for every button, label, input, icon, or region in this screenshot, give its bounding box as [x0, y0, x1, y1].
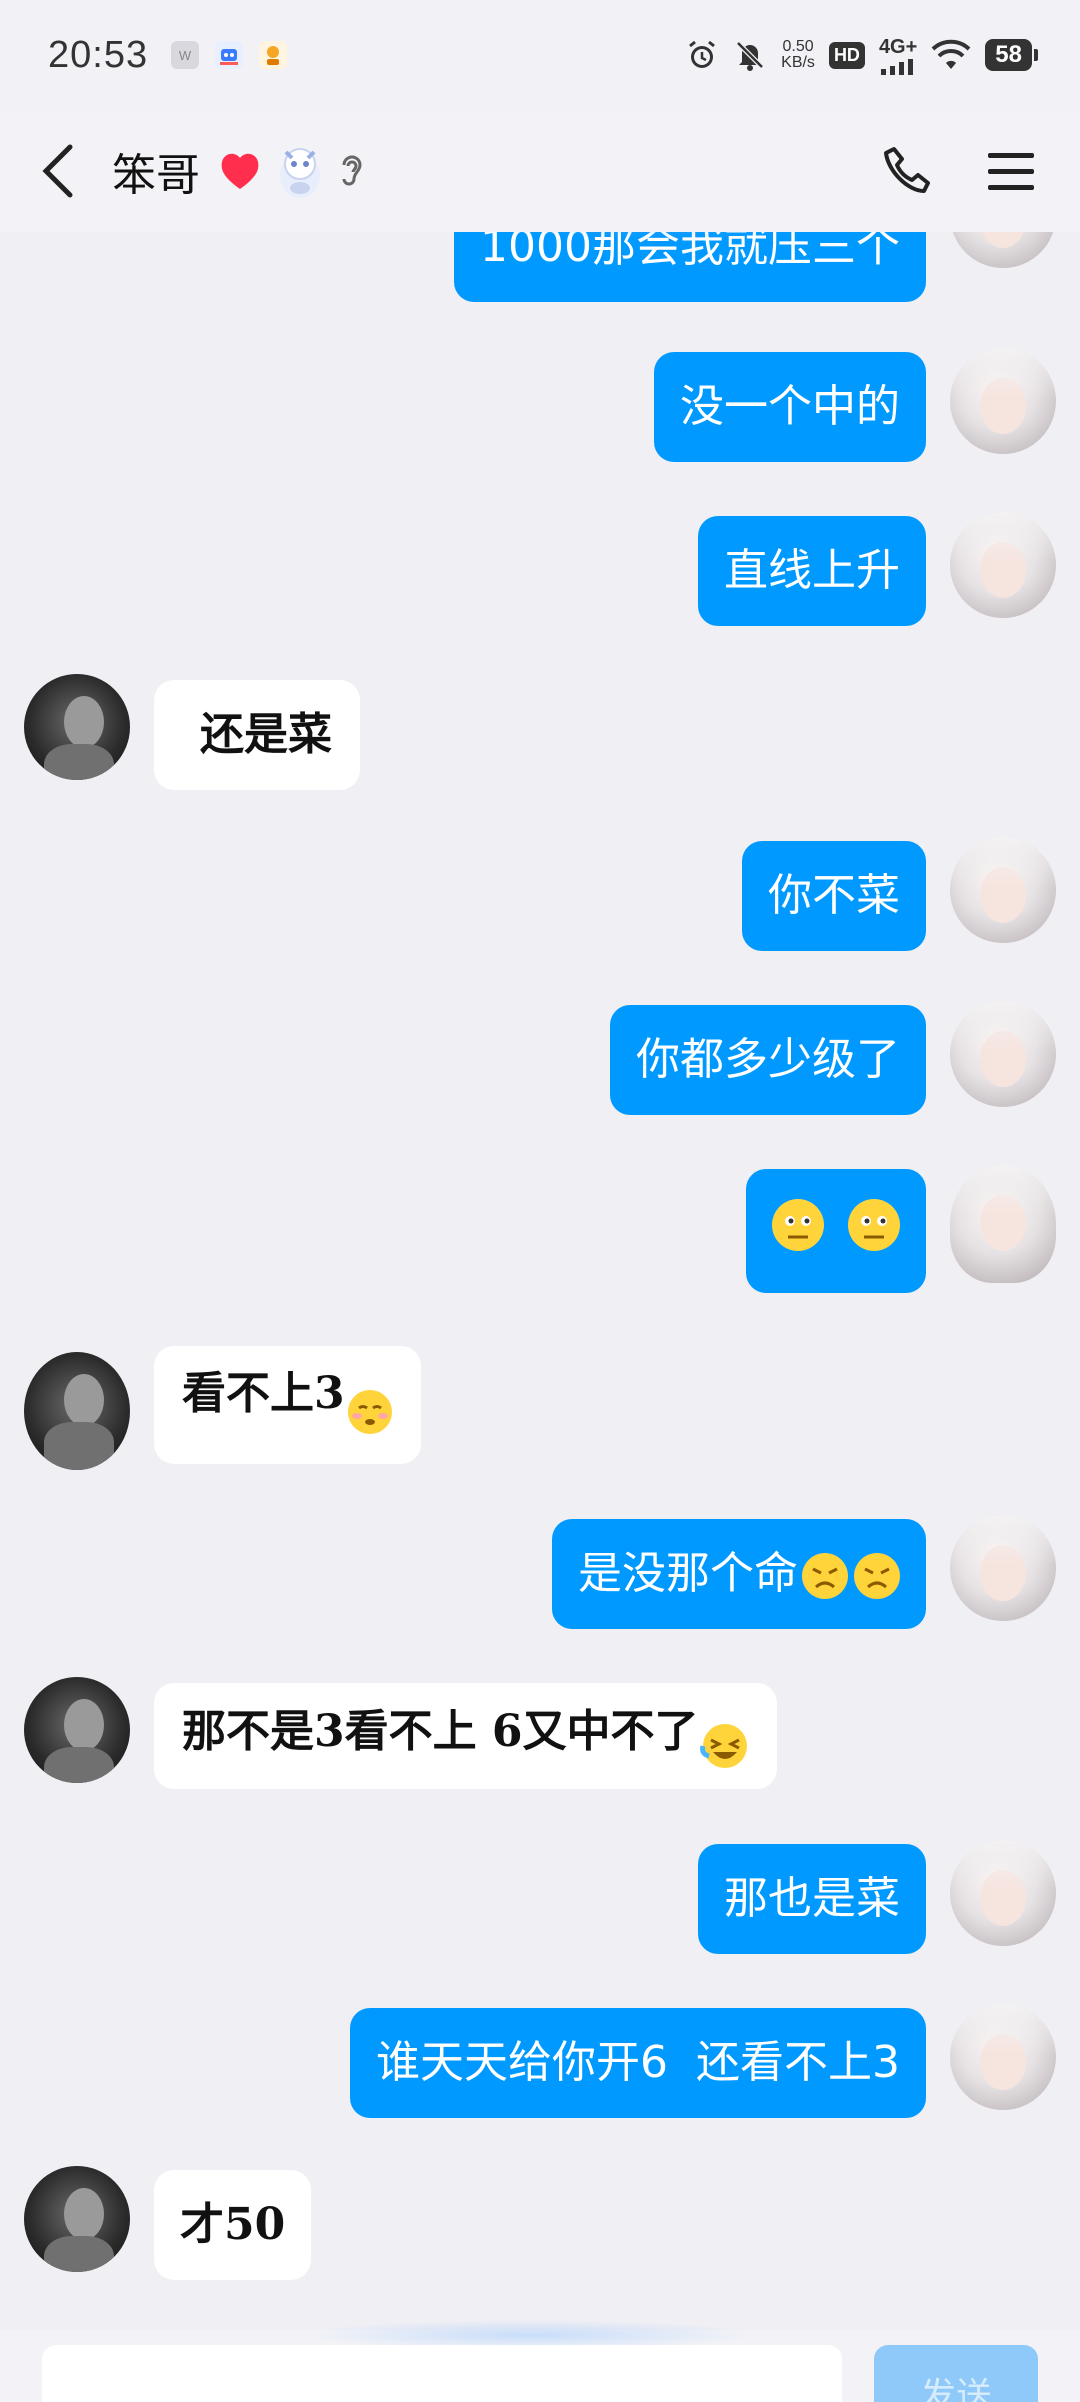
message-bubble-received[interactable]: 那不是3看不上 6又中不了 [154, 1683, 777, 1789]
net-speed-value: 0.50 [782, 38, 814, 55]
status-right: 0.50 KB/s HD 4G+ 58 [685, 36, 1038, 75]
alarm-icon [689, 40, 716, 68]
notification-icons: W [170, 40, 288, 70]
network-type: 4G+ [878, 35, 918, 58]
net-speed-unit: KB/s [781, 54, 815, 71]
chat-header: 笨哥 [0, 110, 1080, 232]
pet-mascot-icon[interactable] [274, 142, 326, 200]
robot-app-icon [215, 41, 244, 69]
cell-signal: 4G+ [879, 36, 917, 75]
sad-face-icon [802, 1553, 848, 1599]
message-bubble-sent[interactable]: 谁天天给你开6 还看不上3 [350, 2008, 926, 2118]
my-avatar[interactable] [950, 1165, 1056, 1283]
contact-avatar[interactable] [24, 1352, 130, 1470]
my-avatar[interactable] [950, 1840, 1056, 1946]
laughing-tears-face-icon [699, 1723, 747, 1768]
status-time: 20:53 [48, 33, 149, 76]
message-bubble-sent[interactable]: 没一个中的 [654, 352, 926, 462]
message-text: 是没那个命 [578, 1548, 798, 1599]
send-button[interactable]: 发送 [874, 2345, 1038, 2402]
message-bubble-sent[interactable]: 是没那个命 [552, 1519, 926, 1629]
my-avatar[interactable] [950, 837, 1056, 943]
svg-text:W: W [179, 48, 192, 63]
network-speed: 0.50 KB/s [781, 39, 815, 71]
menu-icon[interactable] [986, 149, 1036, 193]
my-avatar[interactable] [950, 1001, 1056, 1107]
message-input[interactable] [42, 2345, 842, 2402]
message-text: 看不上3 [182, 1368, 345, 1419]
app-notification-icon: W [171, 41, 200, 69]
signal-bars-icon [881, 58, 914, 75]
my-avatar[interactable] [950, 1515, 1056, 1621]
message-bubble-sent[interactable]: 你不菜 [742, 841, 926, 951]
chat-message-list[interactable]: 1000那会我就压三个 没一个中的 直线上升 还是菜 你不菜 你都多少级了 看不… [0, 232, 1080, 2330]
chevron-left-icon [42, 144, 73, 198]
heart-icon[interactable] [218, 151, 262, 191]
header-actions [880, 143, 1050, 199]
message-bubble-received[interactable]: 还是菜 [154, 680, 360, 790]
message-text: 那不是3看不上 6又中不了 [182, 1706, 699, 1757]
contact-avatar[interactable] [24, 1677, 130, 1783]
confused-face-icon [772, 1199, 824, 1251]
my-avatar[interactable] [950, 2004, 1056, 2110]
my-avatar[interactable] [950, 348, 1056, 454]
message-bubble-received[interactable]: 才50 [154, 2170, 312, 2280]
wifi-icon [931, 39, 971, 69]
ear-icon[interactable] [336, 151, 366, 191]
message-bubble-sent[interactable]: 那也是菜 [698, 1844, 926, 1954]
back-button[interactable] [30, 131, 86, 211]
message-bubble-sent[interactable]: 你都多少级了 [610, 1005, 926, 1115]
message-bubble-sent[interactable]: 1000那会我就压三个 [454, 232, 926, 302]
hd-badge: HD [828, 41, 865, 69]
phone-call-icon[interactable] [880, 143, 936, 199]
message-bubble-received[interactable]: 看不上3 [154, 1346, 421, 1464]
message-bubble-sent[interactable] [746, 1169, 926, 1293]
confused-face-icon [848, 1199, 900, 1251]
game-app-icon [259, 41, 288, 69]
shy-face-icon [347, 1389, 392, 1434]
my-avatar[interactable] [950, 232, 1056, 268]
contact-name[interactable]: 笨哥 [112, 139, 200, 203]
sad-face-icon [854, 1553, 900, 1599]
mute-bell-icon [736, 41, 764, 71]
my-avatar[interactable] [950, 512, 1056, 618]
message-bubble-sent[interactable]: 直线上升 [698, 516, 926, 626]
battery-indicator: 58 [985, 39, 1038, 71]
contact-avatar[interactable] [24, 2166, 130, 2272]
status-bar: 20:53 W 0.50 KB/s HD 4G+ 58 [0, 0, 1080, 110]
contact-avatar[interactable] [24, 674, 130, 780]
